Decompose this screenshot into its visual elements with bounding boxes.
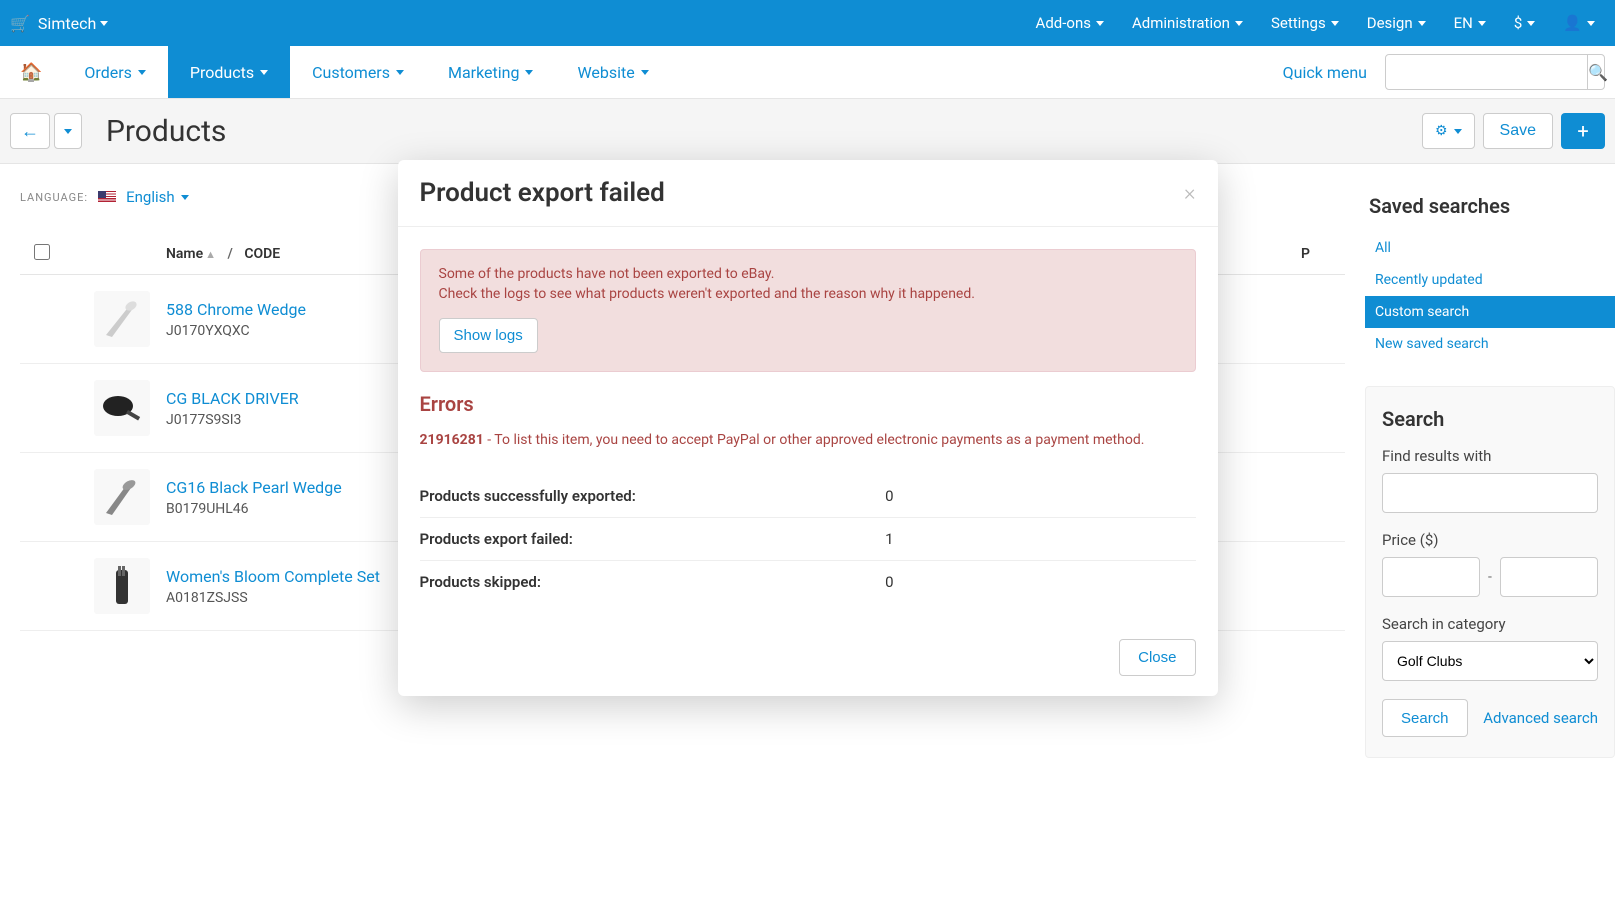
close-button[interactable]: Close bbox=[1119, 639, 1195, 676]
stats-label: Products successfully exported: bbox=[420, 475, 886, 518]
stats-row: Products successfully exported: 0 bbox=[420, 475, 1196, 518]
alert-error: Some of the products have not been expor… bbox=[420, 249, 1196, 372]
stats-value: 0 bbox=[885, 561, 1195, 604]
error-message: - To list this item, you need to accept … bbox=[484, 432, 1145, 448]
alert-line1: Some of the products have not been expor… bbox=[439, 266, 1177, 282]
stats-row: Products export failed: 1 bbox=[420, 518, 1196, 561]
alert-line2: Check the logs to see what products were… bbox=[439, 286, 1177, 302]
error-code: 21916281 bbox=[420, 432, 484, 448]
error-detail: 21916281 - To list this item, you need t… bbox=[420, 430, 1196, 451]
close-icon: × bbox=[1184, 181, 1196, 206]
show-logs-button[interactable]: Show logs bbox=[439, 318, 538, 353]
modal: Product export failed × Some of the prod… bbox=[398, 160, 1218, 696]
stats-label: Products skipped: bbox=[420, 561, 886, 604]
modal-title: Product export failed bbox=[420, 178, 665, 208]
errors-heading: Errors bbox=[420, 392, 1196, 416]
stats-value: 1 bbox=[885, 518, 1195, 561]
stats-label: Products export failed: bbox=[420, 518, 886, 561]
stats-value: 0 bbox=[885, 475, 1195, 518]
modal-close-button[interactable]: × bbox=[1184, 181, 1196, 206]
stats-row: Products skipped: 0 bbox=[420, 561, 1196, 604]
stats-table: Products successfully exported: 0 Produc… bbox=[420, 475, 1196, 603]
